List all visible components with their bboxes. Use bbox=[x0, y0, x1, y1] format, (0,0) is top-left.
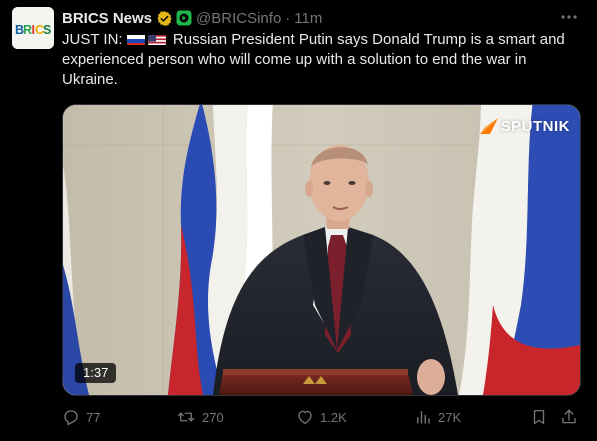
svg-text:S: S bbox=[43, 23, 51, 37]
reply-icon bbox=[64, 410, 78, 426]
affiliate-icon[interactable] bbox=[176, 10, 192, 26]
repost-icon bbox=[177, 412, 195, 422]
author-name[interactable]: BRICS News bbox=[62, 10, 152, 27]
reply-button[interactable]: 77 bbox=[62, 405, 100, 429]
repost-count: 270 bbox=[202, 409, 224, 425]
separator-dot: · bbox=[285, 9, 291, 27]
russia-flag bbox=[126, 33, 145, 45]
like-icon bbox=[298, 410, 312, 425]
watermark-text: SPUTNIK bbox=[500, 117, 570, 135]
verified-badge-icon bbox=[156, 10, 173, 27]
repost-button[interactable]: 270 bbox=[176, 405, 224, 429]
tweet[interactable]: B R I C S BRICS News @BRICSinfo · 11m JU… bbox=[0, 0, 597, 441]
views-count: 27K bbox=[438, 409, 462, 425]
bookmark-button[interactable] bbox=[530, 405, 554, 429]
share-icon bbox=[562, 409, 576, 424]
more-options-button[interactable] bbox=[555, 6, 583, 28]
author-avatar[interactable]: B R I C S bbox=[12, 7, 54, 49]
tweet-actions: 77 270 1.2K 27K bbox=[0, 405, 597, 429]
tweet-text: JUST IN: Russian President Putin says Do… bbox=[62, 30, 582, 90]
video-duration-badge: 1:37 bbox=[75, 363, 117, 383]
bookmark-icon bbox=[533, 409, 545, 425]
more-icon bbox=[561, 15, 577, 19]
post-time[interactable]: 11m bbox=[294, 10, 322, 27]
like-count: 1.2K bbox=[320, 409, 347, 425]
brics-logo: B R I C S bbox=[12, 7, 54, 49]
views-icon bbox=[417, 411, 430, 424]
like-button[interactable]: 1.2K bbox=[296, 405, 347, 429]
tweet-header: BRICS News @BRICSinfo · 11m bbox=[62, 8, 322, 28]
sputnik-watermark: SPUTNIK bbox=[479, 117, 570, 135]
video-thumbnail bbox=[63, 105, 580, 395]
usa-flag bbox=[147, 33, 166, 45]
reply-count: 77 bbox=[86, 409, 101, 425]
views-button[interactable]: 27K bbox=[414, 405, 461, 429]
tweet-prefix: JUST IN: bbox=[62, 31, 123, 48]
share-button[interactable] bbox=[560, 405, 584, 429]
sputnik-logo-icon bbox=[479, 118, 498, 134]
video-player[interactable]: SPUTNIK 1:37 bbox=[62, 104, 581, 396]
author-handle[interactable]: @BRICSinfo bbox=[196, 10, 281, 27]
